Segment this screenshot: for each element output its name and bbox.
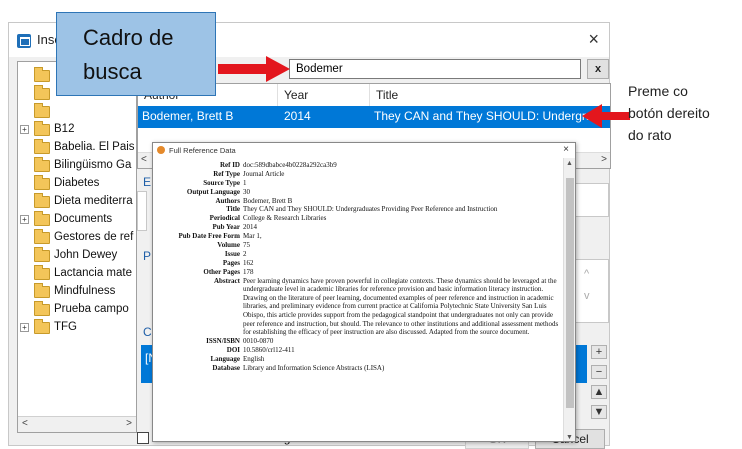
note-line: do rato [628, 127, 672, 143]
arrow-to-row-icon [582, 104, 630, 128]
right-click-note: Preme co botón dereito do rato [628, 80, 742, 146]
arrow-to-search-icon [218, 56, 290, 82]
annotation-arrows [218, 56, 630, 128]
note-line: botón dereito [628, 105, 710, 121]
note-line: Preme co [628, 83, 688, 99]
